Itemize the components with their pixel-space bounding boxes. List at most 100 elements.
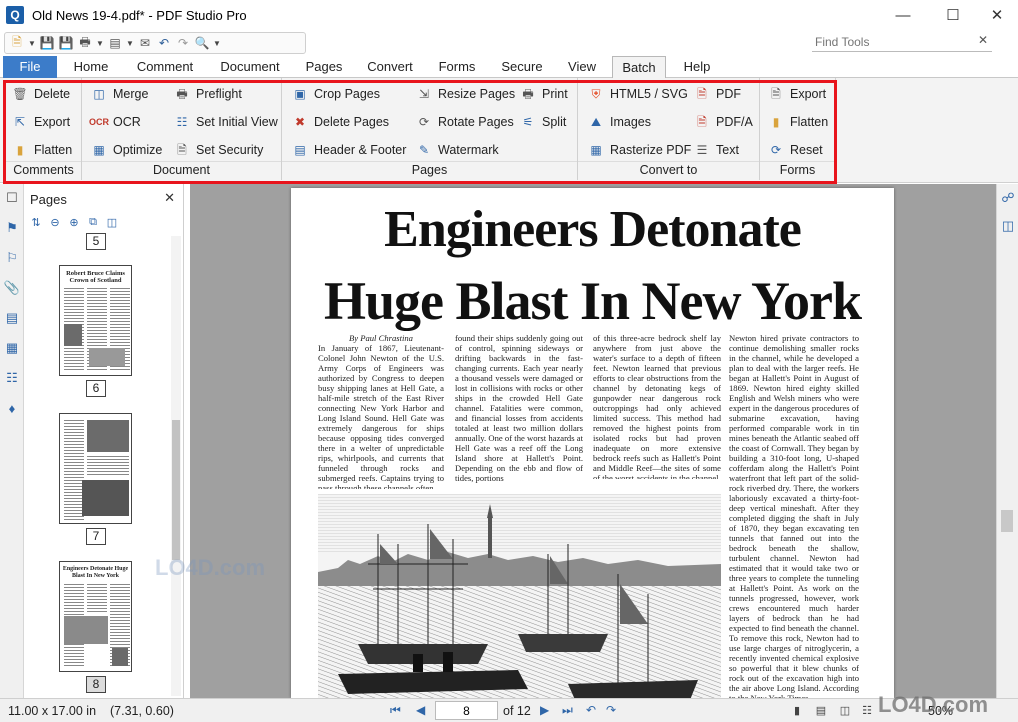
zoom-in-icon[interactable]: ⊕	[66, 214, 82, 230]
panel-scrollbar-thumb[interactable]	[172, 420, 180, 560]
status-bar: 11.00 x 17.00 in (7.31, 0.60) ⏮ ◀ of 12 …	[0, 698, 1018, 722]
last-page-icon[interactable]: ⏭	[562, 703, 573, 718]
zoom-out-icon[interactable]: ⊖	[47, 214, 63, 230]
current-page-input[interactable]	[435, 701, 498, 720]
article-column-2: found their ships suddenly going out of …	[455, 333, 583, 489]
page-thumbnail-6[interactable]: Robert Bruce Claims Crown of Scotland	[59, 265, 132, 376]
thumbnail-image	[82, 480, 129, 516]
redo-icon[interactable]: ↷	[175, 35, 191, 51]
watermark-logo: LO4D.com	[155, 555, 266, 580]
layers-icon[interactable]: ▤	[4, 310, 20, 326]
previous-page-icon[interactable]: ◀	[416, 703, 425, 717]
tab-comment[interactable]: Comment	[132, 56, 198, 78]
window-title: Old News 19-4.pdf* - PDF Studio Pro	[32, 7, 247, 23]
maximize-button[interactable]: ☐	[930, 0, 976, 30]
thumbnail-page-number: 6	[86, 380, 106, 397]
watermark-logo-corner: LO4D.com	[878, 692, 989, 717]
pdf-page: Engineers Detonate Huge Blast In New Yor…	[291, 188, 894, 698]
headline-line-1: Engineers Detonate	[384, 201, 802, 258]
app-logo: Q	[6, 6, 24, 24]
chevron-down-icon[interactable]: ▼	[213, 39, 221, 48]
left-side-toolbar: ☐ ⚑ ⚐ 📎 ▤ ▦ ☷ ♦	[0, 184, 24, 698]
email-icon[interactable]: ✉	[137, 35, 153, 51]
thumbnail-title: Engineers Detonate Huge Blast In New Yor…	[62, 566, 129, 579]
vertical-scrollbar-thumb[interactable]	[1001, 510, 1013, 532]
page-size-readout: 11.00 x 17.00 in	[8, 704, 97, 718]
thumbnail-image	[112, 648, 128, 666]
tab-pages[interactable]: Pages	[302, 56, 346, 78]
text-column	[87, 456, 129, 476]
pages-panel-toolbar: ⇅ ⊖ ⊕ ⧉ ◫	[28, 214, 120, 234]
highlight-outline	[3, 80, 837, 184]
copy-pages-icon[interactable]: ⧉	[85, 214, 101, 230]
text-column	[87, 584, 107, 612]
column-text: of this three-acre bedrock shelf lay any…	[593, 333, 721, 479]
close-window-button[interactable]: ✕	[974, 0, 1018, 30]
column-text: Newton hired private contractors to cont…	[729, 333, 859, 698]
tab-file[interactable]: File	[3, 56, 57, 78]
comments-panel-icon[interactable]: ▦	[4, 340, 20, 356]
print-icon[interactable]: 🖶	[77, 35, 93, 51]
column-text: found their ships suddenly going out of …	[455, 333, 583, 483]
clear-search-icon[interactable]: ✕	[978, 33, 988, 47]
single-page-view-icon[interactable]: ▮	[790, 703, 804, 717]
minimize-button[interactable]: —	[880, 0, 926, 30]
page-count: of 12	[503, 704, 531, 718]
insert-pages-icon[interactable]: ◫	[104, 214, 120, 230]
chevron-down-icon[interactable]: ▼	[126, 39, 134, 48]
page-thumbnail-8[interactable]: Engineers Detonate Huge Blast In New Yor…	[59, 561, 132, 672]
find-tools-box[interactable]: ✕	[812, 32, 992, 52]
next-view-icon[interactable]: ↷	[606, 703, 616, 717]
chevron-down-icon[interactable]: ▼	[28, 39, 36, 48]
bookmarks-icon[interactable]: ⚑	[4, 220, 20, 236]
tab-home[interactable]: Home	[68, 56, 114, 78]
facing-view-icon[interactable]: ◫	[838, 703, 852, 717]
thumbnail-page-number: 7	[86, 528, 106, 545]
next-page-icon[interactable]: ▶	[540, 703, 549, 717]
title-bar: Q Old News 19-4.pdf* - PDF Studio Pro — …	[0, 0, 1018, 30]
close-panel-icon[interactable]: ✕	[164, 190, 175, 206]
facing-continuous-view-icon[interactable]: ☷	[860, 703, 874, 717]
scanner-icon[interactable]: ▤	[107, 35, 123, 51]
attachment-icon[interactable]: 📎	[4, 280, 20, 296]
article-column-4: Newton hired private contractors to cont…	[729, 333, 859, 698]
thumbnail-image	[64, 324, 82, 346]
flag-icon[interactable]: ⚐	[4, 250, 20, 266]
tab-document[interactable]: Document	[216, 56, 284, 78]
page-thumbnail-7[interactable]	[59, 413, 132, 524]
thumbnail-page-number: 8	[86, 676, 106, 693]
thumbnail-image	[87, 420, 129, 452]
tab-convert[interactable]: Convert	[364, 56, 416, 78]
sort-icon[interactable]: ⇅	[28, 214, 44, 230]
byline: By Paul Chrastina	[349, 333, 413, 343]
document-viewer[interactable]: Engineers Detonate Huge Blast In New Yor…	[190, 184, 996, 698]
fields-icon[interactable]: ☷	[4, 370, 20, 386]
save-as-icon[interactable]: 💾	[58, 35, 74, 51]
tab-forms[interactable]: Forms	[434, 56, 480, 78]
tab-help[interactable]: Help	[680, 56, 714, 78]
tab-view[interactable]: View	[564, 56, 600, 78]
column-text: In January of 1867, Lieutenant-Colonel J…	[318, 343, 444, 489]
previous-view-icon[interactable]: ↶	[586, 703, 596, 717]
undo-icon[interactable]: ↶	[156, 35, 172, 51]
chevron-down-icon[interactable]: ▼	[96, 39, 104, 48]
thumbnail-page-number: 5	[86, 233, 106, 250]
zoom-page-icon[interactable]: 🔍	[194, 35, 210, 51]
harbor-engraving-svg	[318, 494, 721, 698]
article-column-1: By Paul Chrastina In January of 1867, Li…	[318, 333, 444, 489]
tab-batch[interactable]: Batch	[612, 56, 666, 79]
continuous-view-icon[interactable]: ▤	[814, 703, 828, 717]
tab-secure[interactable]: Secure	[498, 56, 546, 78]
new-document-icon[interactable]: 🗎	[9, 35, 25, 51]
pages-panel-icon[interactable]: ☐	[4, 190, 20, 206]
tag-icon[interactable]: ♦	[4, 400, 20, 416]
right-side-toolbar: ☍ ◫	[996, 184, 1018, 698]
thumbnail-title: Robert Bruce Claims Crown of Scotland	[66, 270, 125, 284]
link-icon[interactable]: ☍	[1000, 190, 1016, 206]
first-page-icon[interactable]: ⏮	[390, 703, 401, 718]
database-icon[interactable]: ◫	[1000, 218, 1016, 234]
pages-panel: Pages ✕ ⇅ ⊖ ⊕ ⧉ ◫ 5 Robert Bruce Claims …	[24, 184, 184, 698]
quick-access-toolbar: 🗎 ▼ 💾 💾 🖶 ▼ ▤ ▼ ✉ ↶ ↷ 🔍 ▼	[4, 32, 306, 54]
find-tools-input[interactable]	[815, 34, 975, 49]
save-icon[interactable]: 💾	[39, 35, 55, 51]
